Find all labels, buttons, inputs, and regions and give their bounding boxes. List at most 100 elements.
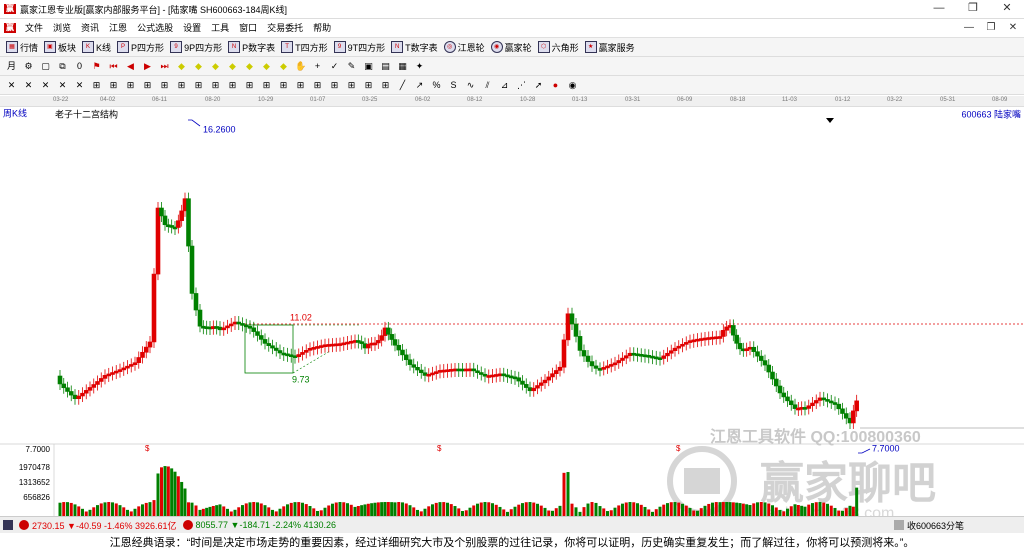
restore-button[interactable]: ❐ bbox=[956, 0, 990, 18]
puzzle-icon[interactable]: ✦ bbox=[414, 61, 425, 72]
dropdown-arrow-icon[interactable] bbox=[826, 118, 834, 123]
mdi-restore-button[interactable]: ❐ bbox=[980, 19, 1002, 37]
mdi-close-button[interactable]: ✕ bbox=[1002, 19, 1024, 37]
draw-tool-12-icon[interactable]: ⊞ bbox=[193, 80, 204, 91]
grid-icon[interactable] bbox=[3, 520, 13, 530]
percent-tool-icon[interactable]: % bbox=[431, 80, 442, 91]
menu-tools[interactable]: 工具 bbox=[206, 19, 234, 37]
toolbar-hexagon-button[interactable]: ⬡ 六角形 bbox=[537, 41, 579, 54]
diamond-2-icon[interactable]: ◆ bbox=[193, 61, 204, 72]
toolbar-sector-button[interactable]: ▣ 板块 bbox=[44, 41, 76, 54]
toolbar-t-square-button[interactable]: T T四方形 bbox=[281, 41, 328, 54]
draw-tool-1-icon[interactable]: ✕ bbox=[6, 80, 17, 91]
draw-tool-14-icon[interactable]: ⊞ bbox=[227, 80, 238, 91]
toolbar-gann-wheel-label: 江恩轮 bbox=[457, 42, 485, 53]
diamond-6-icon[interactable]: ◆ bbox=[261, 61, 272, 72]
screen-icon[interactable]: ▣ bbox=[363, 61, 374, 72]
menu-help[interactable]: 帮助 bbox=[308, 19, 336, 37]
gear-icon[interactable]: ⚙ bbox=[23, 61, 34, 72]
draw-tool-13-icon[interactable]: ⊞ bbox=[210, 80, 221, 91]
diamond-5-icon[interactable]: ◆ bbox=[244, 61, 255, 72]
draw-tool-9-icon[interactable]: ⊞ bbox=[142, 80, 153, 91]
toolbar-quotes-button[interactable]: ▦ 行情 bbox=[6, 41, 38, 54]
draw-tool-10-icon[interactable]: ⊞ bbox=[159, 80, 170, 91]
toolbar-9t-square-button[interactable]: 9 9T四方形 bbox=[333, 41, 385, 54]
volume-bar bbox=[183, 488, 187, 516]
next-icon[interactable]: ▶ bbox=[142, 61, 153, 72]
candle-body bbox=[706, 337, 712, 340]
prev-icon[interactable]: ◀ bbox=[125, 61, 136, 72]
draw-tool-7-icon[interactable]: ⊞ bbox=[108, 80, 119, 91]
box-icon[interactable]: ▢ bbox=[40, 61, 51, 72]
copy-icon[interactable]: ⧉ bbox=[57, 61, 68, 72]
save-icon[interactable]: ▦ bbox=[397, 61, 408, 72]
eye-icon[interactable]: ◉ bbox=[567, 80, 578, 91]
check-icon[interactable]: ✓ bbox=[329, 61, 340, 72]
last-icon[interactable]: ⏭ bbox=[159, 61, 170, 72]
diamond-1-icon[interactable]: ◆ bbox=[176, 61, 187, 72]
first-icon[interactable]: ⏮ bbox=[108, 61, 119, 72]
draw-tool-8-icon[interactable]: ⊞ bbox=[125, 80, 136, 91]
kline-chart[interactable]: 周K线 老子十二宫结构 600663 陆家嘴 江恩工具软件 QQ:1008003… bbox=[0, 106, 1024, 522]
menu-formula[interactable]: 公式选股 bbox=[132, 19, 178, 37]
arrow-tool-icon[interactable]: ➚ bbox=[533, 80, 544, 91]
draw-tool-18-icon[interactable]: ⊞ bbox=[295, 80, 306, 91]
pencil-icon[interactable]: ✎ bbox=[346, 61, 357, 72]
draw-tool-4-icon[interactable]: ✕ bbox=[57, 80, 68, 91]
menu-info[interactable]: 资讯 bbox=[76, 19, 104, 37]
toolbar-kline-button[interactable]: K K线 bbox=[82, 41, 111, 54]
draw-tool-3-icon[interactable]: ✕ bbox=[40, 80, 51, 91]
draw-tool-6-icon[interactable]: ⊞ bbox=[91, 80, 102, 91]
flag-icon[interactable]: ⚑ bbox=[91, 61, 102, 72]
candle-body bbox=[247, 325, 253, 329]
fib-tool-icon[interactable]: ∿ bbox=[465, 80, 476, 91]
draw-tool-5-icon[interactable]: ✕ bbox=[74, 80, 85, 91]
diamond-7-icon[interactable]: ◆ bbox=[278, 61, 289, 72]
toolbar-gann-wheel-button[interactable]: ◎ 江恩轮 bbox=[443, 41, 485, 54]
menu-window[interactable]: 窗口 bbox=[234, 19, 262, 37]
calc-icon[interactable]: ▤ bbox=[380, 61, 391, 72]
menu-file[interactable]: 文件 bbox=[20, 19, 48, 37]
menu-gann[interactable]: 江恩 bbox=[104, 19, 132, 37]
line-tool-icon[interactable]: ╱ bbox=[397, 80, 408, 91]
menu-browse[interactable]: 浏览 bbox=[48, 19, 76, 37]
toolbar-9p-square-button[interactable]: 9 9P四方形 bbox=[170, 41, 222, 54]
minimize-button[interactable]: — bbox=[922, 0, 956, 18]
candle-body bbox=[680, 343, 685, 347]
period-selector-icon[interactable]: 月 bbox=[6, 61, 17, 72]
toolbar-p-table-button[interactable]: N P数字表 bbox=[228, 41, 275, 54]
draw-tool-23-icon[interactable]: ⊞ bbox=[380, 80, 391, 91]
cross-icon[interactable]: + bbox=[312, 61, 323, 72]
draw-tool-19-icon[interactable]: ⊞ bbox=[312, 80, 323, 91]
draw-tool-16-icon[interactable]: ⊞ bbox=[261, 80, 272, 91]
alert-icon[interactable] bbox=[893, 520, 904, 530]
mdi-minimize-button[interactable]: — bbox=[958, 19, 980, 37]
toolbar-service-button[interactable]: ★ 赢家服务 bbox=[584, 41, 635, 54]
draw-tool-22-icon[interactable]: ⊞ bbox=[363, 80, 374, 91]
diamond-4-icon[interactable]: ◆ bbox=[227, 61, 238, 72]
draw-tool-2-icon[interactable]: ✕ bbox=[23, 80, 34, 91]
text-tool-icon[interactable]: S bbox=[448, 80, 459, 91]
draw-tool-17-icon[interactable]: ⊞ bbox=[278, 80, 289, 91]
toolbar-p-square-button[interactable]: P P四方形 bbox=[117, 41, 164, 54]
hand-icon[interactable]: ✋ bbox=[295, 61, 306, 72]
candle-body bbox=[505, 374, 510, 378]
draw-tool-21-icon[interactable]: ⊞ bbox=[346, 80, 357, 91]
tick-data-label[interactable]: 收600663分笔 bbox=[907, 519, 964, 532]
draw-tool-11-icon[interactable]: ⊞ bbox=[176, 80, 187, 91]
draw-tool-20-icon[interactable]: ⊞ bbox=[329, 80, 340, 91]
close-button[interactable]: ✕ bbox=[990, 0, 1024, 18]
menu-trade[interactable]: 交易委托 bbox=[262, 19, 308, 37]
ray-tool-icon[interactable]: ↗ bbox=[414, 80, 425, 91]
draw-tool-15-icon[interactable]: ⊞ bbox=[244, 80, 255, 91]
channel-tool-icon[interactable]: ⫽ bbox=[482, 80, 493, 91]
diamond-3-icon[interactable]: ◆ bbox=[210, 61, 221, 72]
menu-settings[interactable]: 设置 bbox=[178, 19, 206, 37]
zero-icon[interactable]: 0 bbox=[74, 61, 85, 72]
toolbar-t-table-button[interactable]: N T数字表 bbox=[391, 41, 438, 54]
kline-chart-area[interactable]: 周K线 老子十二宫结构 600663 陆家嘴 江恩工具软件 QQ:1008003… bbox=[0, 106, 1024, 522]
gann-tool-icon[interactable]: ⊿ bbox=[499, 80, 510, 91]
color-wheel-icon[interactable]: ● bbox=[550, 80, 561, 91]
fan-tool-icon[interactable]: ⋰ bbox=[516, 80, 527, 91]
toolbar-winner-wheel-button[interactable]: ◉ 赢家轮 bbox=[490, 41, 532, 54]
